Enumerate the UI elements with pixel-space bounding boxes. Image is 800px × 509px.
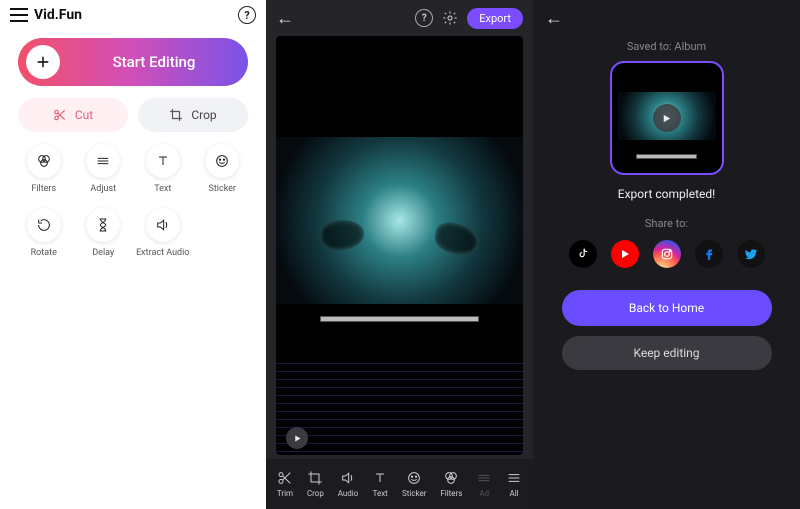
tool-delay-label: Delay (92, 248, 114, 258)
editor-panel: ← ? Export Trim Crop Audio Tex (266, 0, 533, 509)
share-instagram-icon[interactable] (653, 240, 681, 268)
toolbar-audio-label: Audio (338, 489, 359, 498)
crop-label: Crop (191, 108, 216, 122)
crop-button[interactable]: Crop (138, 98, 248, 132)
cut-button[interactable]: Cut (18, 98, 128, 132)
tool-text-label: Text (154, 184, 171, 194)
back-icon[interactable]: ← (545, 8, 563, 29)
tool-delay[interactable]: Delay (74, 208, 134, 258)
share-row (569, 240, 765, 268)
thumbnail-scrubber (636, 154, 698, 159)
share-to-label: Share to: (645, 217, 688, 230)
toolbar-adjust-label: Ad (479, 489, 489, 498)
tool-text[interactable]: Text (133, 144, 193, 194)
back-to-home-button[interactable]: Back to Home (562, 290, 772, 326)
start-editing-button[interactable]: Start Editing (18, 38, 248, 86)
home-panel: Vid.Fun ? Start Editing Cut Crop Filters (0, 0, 266, 509)
filters-icon (27, 144, 61, 178)
toolbar-text-label: Text (373, 489, 388, 498)
toolbar-trim[interactable]: Trim (277, 470, 293, 498)
scene-element (318, 217, 367, 254)
timeline-noise (276, 363, 523, 455)
share-youtube-icon[interactable] (611, 240, 639, 268)
tool-rotate[interactable]: Rotate (14, 208, 74, 258)
help-icon[interactable]: ? (415, 9, 433, 27)
keep-editing-button[interactable]: Keep editing (562, 336, 772, 370)
tool-filters-label: Filters (31, 184, 56, 194)
share-facebook-icon[interactable] (695, 240, 723, 268)
export-completed-label: Export completed! (618, 187, 715, 201)
play-button[interactable] (286, 427, 308, 449)
rotate-icon (27, 208, 61, 242)
export-header: ← (533, 0, 800, 36)
text-icon (146, 144, 180, 178)
toolbar-all[interactable]: All (506, 470, 522, 498)
tool-extract-audio[interactable]: Extract Audio (133, 208, 193, 258)
toolbar-sticker[interactable]: Sticker (402, 470, 426, 498)
cut-label: Cut (75, 108, 93, 122)
toolbar-adjust[interactable]: Ad (476, 470, 492, 498)
tool-rotate-label: Rotate (31, 248, 57, 258)
toolbar-trim-label: Trim (277, 489, 293, 498)
scene-scrubber (320, 316, 478, 322)
scissors-icon (53, 108, 67, 122)
editor-toolbar: Trim Crop Audio Text Sticker Filters Ad (266, 459, 533, 509)
share-twitter-icon[interactable] (737, 240, 765, 268)
saved-to-label: Saved to: Album (627, 40, 706, 53)
toolbar-crop[interactable]: Crop (307, 470, 324, 498)
adjust-icon (86, 144, 120, 178)
editor-header: ← ? Export (266, 0, 533, 36)
settings-icon[interactable] (441, 9, 459, 27)
export-thumbnail[interactable] (610, 61, 724, 175)
scene-element (432, 219, 481, 257)
cut-crop-row: Cut Crop (0, 98, 266, 144)
video-preview[interactable] (276, 36, 523, 455)
toolbar-crop-label: Crop (307, 489, 324, 498)
delay-icon (86, 208, 120, 242)
tool-adjust-label: Adjust (90, 184, 116, 194)
help-icon[interactable]: ? (238, 6, 256, 24)
tool-adjust[interactable]: Adjust (74, 144, 134, 194)
start-editing-label: Start Editing (60, 53, 248, 71)
toolbar-text[interactable]: Text (372, 470, 388, 498)
toolbar-filters-label: Filters (440, 489, 462, 498)
tool-filters[interactable]: Filters (14, 144, 74, 194)
share-tiktok-icon[interactable] (569, 240, 597, 268)
extract-audio-icon (146, 208, 180, 242)
toolbar-sticker-label: Sticker (402, 489, 426, 498)
export-panel: ← Saved to: Album Export completed! Shar… (533, 0, 800, 509)
video-frame (276, 137, 523, 305)
toolbar-filters[interactable]: Filters (440, 470, 462, 498)
tool-sticker-label: Sticker (209, 184, 236, 194)
toolbar-all-label: All (510, 489, 519, 498)
menu-icon[interactable] (10, 8, 28, 22)
crop-icon (169, 108, 183, 122)
back-icon[interactable]: ← (276, 8, 294, 29)
home-header: Vid.Fun ? (0, 0, 266, 30)
app-title: Vid.Fun (34, 7, 82, 23)
thumbnail-play-icon (653, 104, 681, 132)
plus-icon (26, 45, 60, 79)
sticker-icon (205, 144, 239, 178)
tool-sticker[interactable]: Sticker (193, 144, 253, 194)
toolbar-audio[interactable]: Audio (338, 470, 359, 498)
tool-grid: Filters Adjust Text Sticker Rotate Delay… (0, 144, 266, 258)
tool-extract-audio-label: Extract Audio (136, 248, 189, 258)
export-button[interactable]: Export (467, 8, 523, 29)
